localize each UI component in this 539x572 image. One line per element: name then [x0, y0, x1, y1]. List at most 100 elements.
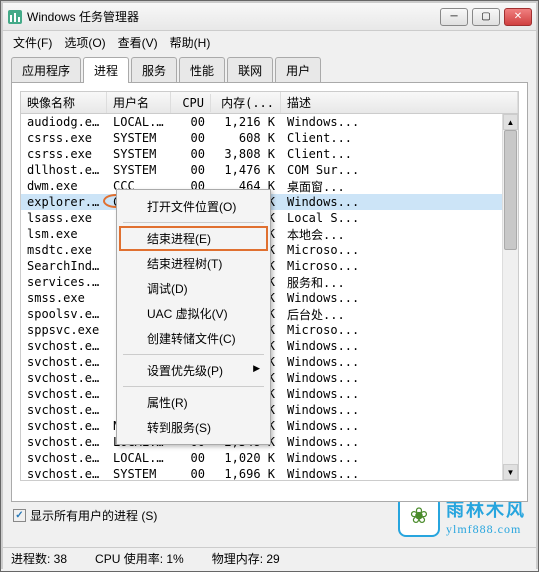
status-processes: 进程数: 38 [11, 550, 67, 567]
cm-open-location[interactable]: 打开文件位置(O) [119, 194, 268, 219]
cell-image: csrss.exe [21, 131, 107, 145]
col-user[interactable]: 用户名 [107, 92, 171, 113]
cell-image: lsm.exe [21, 227, 107, 241]
cell-user: SYSTEM [107, 131, 171, 145]
cell-desc: Microso... [281, 259, 518, 273]
cell-desc: 后台处... [281, 306, 518, 323]
table-row[interactable]: audiodg.exeLOCAL...001,216 KWindows... [21, 114, 518, 130]
tab-users[interactable]: 用户 [275, 57, 321, 83]
cell-desc: Windows... [281, 419, 518, 433]
status-cpu: CPU 使用率: 1% [95, 550, 184, 567]
cell-cpu: 00 [171, 451, 211, 465]
cell-image: dllhost.exe [21, 163, 107, 177]
scrollbar[interactable]: ▲ ▼ [502, 114, 518, 480]
cell-mem: 608 K [211, 131, 281, 145]
logo-url: ylmf888.com [446, 522, 526, 537]
cm-separator [123, 222, 264, 223]
tab-network[interactable]: 联网 [227, 57, 273, 83]
cell-image: svchost.exe [21, 371, 107, 385]
table-row[interactable]: svchost.exeSYSTEM001,696 KWindows... [21, 466, 518, 480]
cell-mem: 1,696 K [211, 467, 281, 480]
cm-set-priority[interactable]: 设置优先级(P)▶ [119, 358, 268, 383]
context-menu: 打开文件位置(O) 结束进程(E) 结束进程树(T) 调试(D) UAC 虚拟化… [116, 189, 271, 445]
cm-separator [123, 354, 264, 355]
cell-image: svchost.exe [21, 467, 107, 480]
show-all-users-label: 显示所有用户的进程 (S) [30, 507, 157, 524]
cell-mem: 1,216 K [211, 115, 281, 129]
cell-desc: Windows... [281, 339, 518, 353]
col-desc[interactable]: 描述 [281, 92, 518, 113]
table-row[interactable]: csrss.exeSYSTEM00608 KClient... [21, 130, 518, 146]
scroll-down-icon[interactable]: ▼ [503, 464, 518, 480]
statusbar: 进程数: 38 CPU 使用率: 1% 物理内存: 29 [3, 547, 536, 569]
cell-image: msdtc.exe [21, 243, 107, 257]
cell-desc: Microso... [281, 323, 518, 337]
table-row[interactable]: csrss.exeSYSTEM003,808 KClient... [21, 146, 518, 162]
minimize-button[interactable]: ─ [440, 8, 468, 26]
cell-cpu: 00 [171, 131, 211, 145]
col-mem[interactable]: 内存(... [211, 92, 281, 113]
cell-image: svchost.exe [21, 451, 107, 465]
maximize-button[interactable]: ▢ [472, 8, 500, 26]
cell-image: audiodg.exe [21, 115, 107, 129]
cm-go-to-service[interactable]: 转到服务(S) [119, 415, 268, 440]
cell-image: smss.exe [21, 291, 107, 305]
scroll-up-icon[interactable]: ▲ [503, 114, 518, 130]
cell-image: svchost.exe [21, 339, 107, 353]
menu-options[interactable]: 选项(O) [58, 32, 111, 53]
cell-image: csrss.exe [21, 147, 107, 161]
app-icon [7, 9, 23, 25]
close-button[interactable]: ✕ [504, 8, 532, 26]
menu-file[interactable]: 文件(F) [7, 32, 58, 53]
cm-end-tree[interactable]: 结束进程树(T) [119, 251, 268, 276]
tab-processes[interactable]: 进程 [83, 57, 129, 83]
cm-properties[interactable]: 属性(R) [119, 390, 268, 415]
cell-user: SYSTEM [107, 467, 171, 480]
cell-desc: Windows... [281, 355, 518, 369]
task-manager-window: Windows 任务管理器 ─ ▢ ✕ 文件(F) 选项(O) 查看(V) 帮助… [0, 0, 539, 572]
cell-desc: Local S... [281, 211, 518, 225]
cell-user: LOCAL... [107, 115, 171, 129]
cell-desc: 本地会... [281, 226, 518, 243]
cell-desc: 桌面窗... [281, 178, 518, 195]
cell-desc: Windows... [281, 387, 518, 401]
cm-create-dump[interactable]: 创建转储文件(C) [119, 326, 268, 351]
cell-cpu: 00 [171, 163, 211, 177]
cell-image: svchost.exe [21, 355, 107, 369]
tab-applications[interactable]: 应用程序 [11, 57, 81, 83]
cell-image: svchost.exe [21, 435, 107, 449]
cell-image: SearchInd... [21, 259, 107, 273]
cell-image: sppsvc.exe [21, 323, 107, 337]
tab-services[interactable]: 服务 [131, 57, 177, 83]
cell-image: svchost.exe [21, 419, 107, 433]
cell-cpu: 00 [171, 147, 211, 161]
table-row[interactable]: dllhost.exeSYSTEM001,476 KCOM Sur... [21, 162, 518, 178]
cell-user: SYSTEM [107, 163, 171, 177]
cell-desc: 服务和... [281, 274, 518, 291]
cm-uac[interactable]: UAC 虚拟化(V) [119, 301, 268, 326]
cell-image: lsass.exe [21, 211, 107, 225]
checkbox-icon[interactable]: ✓ [13, 509, 26, 522]
cell-desc: Windows... [281, 451, 518, 465]
col-cpu[interactable]: CPU [171, 94, 211, 112]
cell-desc: Windows... [281, 115, 518, 129]
cell-image: spoolsv.exe [21, 307, 107, 321]
cell-user: SYSTEM [107, 147, 171, 161]
table-row[interactable]: svchost.exeLOCAL...001,020 KWindows... [21, 450, 518, 466]
menu-view[interactable]: 查看(V) [112, 32, 164, 53]
cell-mem: 1,476 K [211, 163, 281, 177]
cm-debug[interactable]: 调试(D) [119, 276, 268, 301]
cell-image: svchost.exe [21, 387, 107, 401]
scroll-thumb[interactable] [504, 130, 517, 250]
cell-desc: Windows... [281, 195, 518, 209]
tab-performance[interactable]: 性能 [179, 57, 225, 83]
col-image[interactable]: 映像名称 [21, 92, 107, 113]
menu-help[interactable]: 帮助(H) [164, 32, 217, 53]
cell-image: services.... [21, 275, 107, 289]
cell-desc: Client... [281, 131, 518, 145]
tabbar: 应用程序 进程 服务 性能 联网 用户 [3, 53, 536, 83]
cell-cpu: 00 [171, 115, 211, 129]
window-title: Windows 任务管理器 [27, 8, 440, 25]
titlebar[interactable]: Windows 任务管理器 ─ ▢ ✕ [3, 3, 536, 31]
cm-end-process[interactable]: 结束进程(E) [119, 226, 268, 251]
